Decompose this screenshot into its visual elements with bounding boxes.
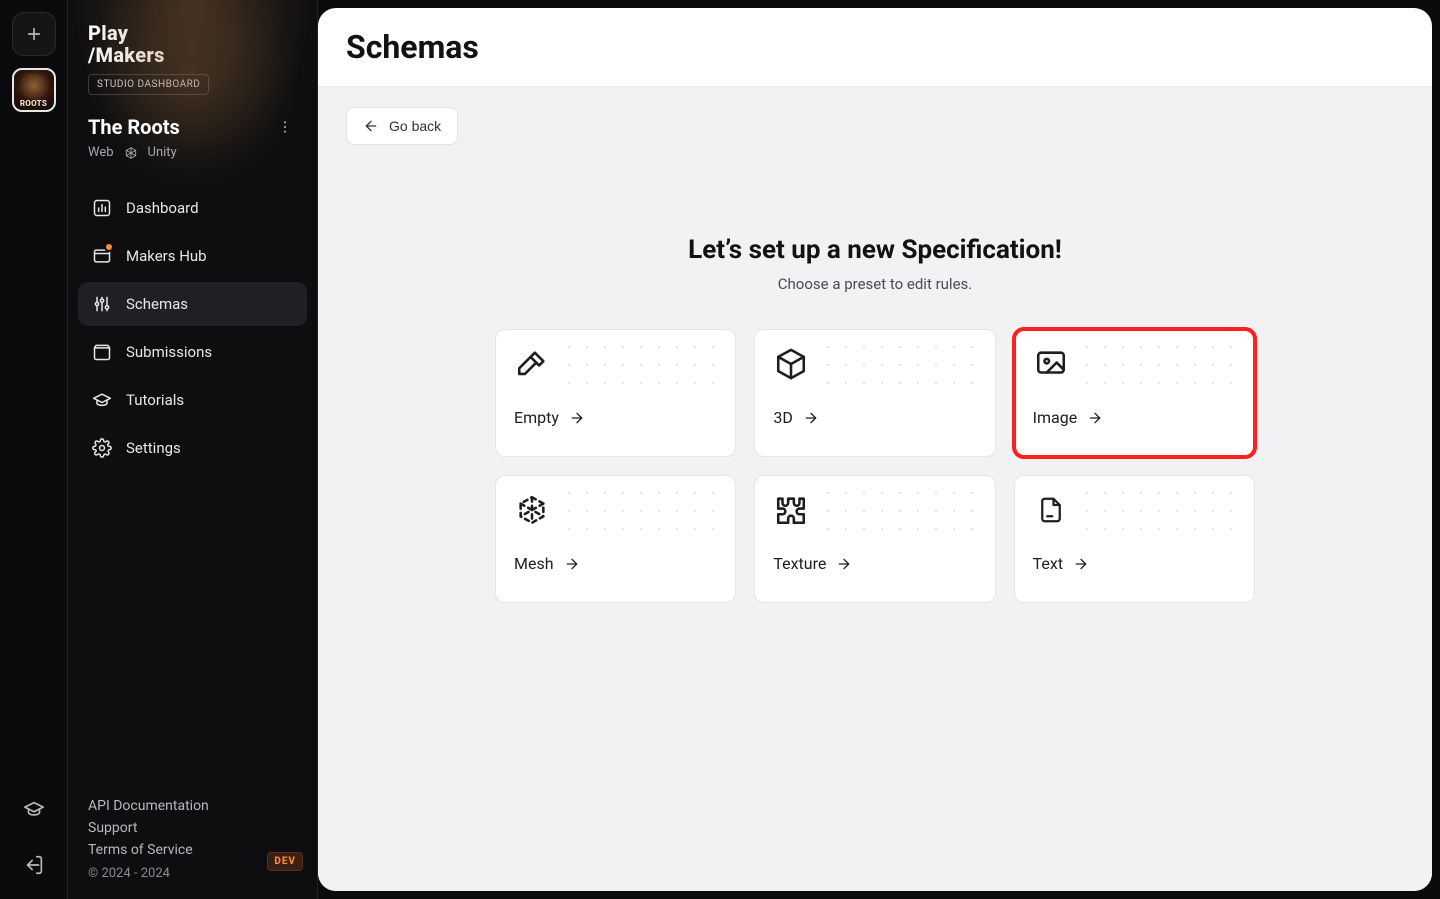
nav-settings[interactable]: Settings (78, 426, 307, 470)
preset-grid: Empty 3D (495, 329, 1255, 603)
preset-empty-label: Empty (514, 408, 559, 427)
graduation-cap-icon (92, 390, 112, 410)
arrow-right-icon (569, 410, 585, 426)
brand-line2: /Makers (88, 44, 297, 66)
add-project-button[interactable] (12, 12, 56, 56)
project-menu-button[interactable] (273, 115, 297, 139)
nav-tutorials[interactable]: Tutorials (78, 378, 307, 422)
nav-settings-label: Settings (126, 439, 181, 457)
mesh-icon (514, 492, 550, 528)
arrow-right-icon (1087, 410, 1103, 426)
dots-vertical-icon (277, 119, 293, 135)
go-back-button[interactable]: Go back (346, 107, 458, 145)
preset-text-label: Text (1033, 554, 1063, 573)
cube-icon (773, 346, 809, 382)
document-icon (1033, 492, 1069, 528)
puzzle-icon (773, 492, 809, 528)
nav-submissions-label: Submissions (126, 343, 212, 361)
nav-makers-hub[interactable]: Makers Hub (78, 234, 307, 278)
academy-button[interactable] (12, 787, 56, 831)
panel-header: Schemas (318, 8, 1432, 87)
brand-badge: STUDIO DASHBOARD (88, 74, 209, 95)
notification-dot-icon (104, 242, 114, 252)
preset-image-label: Image (1033, 408, 1078, 427)
brand: Play /Makers STUDIO DASHBOARD (68, 0, 317, 103)
arrow-right-icon (564, 556, 580, 572)
nav-makers-hub-label: Makers Hub (126, 247, 207, 265)
logout-button[interactable] (12, 843, 56, 887)
brand-line1: Play (88, 22, 297, 44)
hammer-icon (514, 346, 550, 382)
project-header: The Roots Web Unity (68, 103, 317, 168)
app-rail: ROOTS (0, 0, 68, 899)
preset-3d-label: 3D (773, 408, 793, 427)
footer-tos[interactable]: Terms of Service (88, 842, 297, 858)
footer-api-docs[interactable]: API Documentation (88, 798, 297, 814)
project-thumbnail[interactable]: ROOTS (12, 68, 56, 112)
arrow-left-icon (363, 118, 379, 134)
preset-image[interactable]: Image (1014, 329, 1255, 457)
logout-icon (23, 854, 45, 876)
graduation-cap-icon (23, 798, 45, 820)
footer-copyright: © 2024 - 2024 (88, 866, 297, 881)
preset-text[interactable]: Text (1014, 475, 1255, 603)
unity-icon (124, 146, 138, 160)
sidebar-nav: Dashboard Makers Hub Schemas Submissions (68, 168, 317, 488)
project-name: The Roots (88, 115, 180, 139)
project-engine: Unity (148, 145, 177, 160)
project-thumb-label: ROOTS (14, 99, 54, 108)
sidebar: Play /Makers STUDIO DASHBOARD The Roots … (68, 0, 318, 899)
go-back-label: Go back (389, 118, 441, 134)
onboarding-center: Let’s set up a new Specification! Choose… (465, 235, 1285, 603)
preset-empty[interactable]: Empty (495, 329, 736, 457)
preset-texture[interactable]: Texture (754, 475, 995, 603)
preset-mesh[interactable]: Mesh (495, 475, 736, 603)
arrow-right-icon (1073, 556, 1089, 572)
dev-pill: DEV (267, 852, 303, 871)
panel-body: Go back Let’s set up a new Specification… (318, 87, 1432, 891)
preset-3d[interactable]: 3D (754, 329, 995, 457)
nav-submissions[interactable]: Submissions (78, 330, 307, 374)
main: Schemas Go back Let’s set up a new Speci… (318, 0, 1440, 899)
arrow-right-icon (803, 410, 819, 426)
page-title: Schemas (346, 28, 1404, 66)
footer-support[interactable]: Support (88, 820, 297, 836)
nav-tutorials-label: Tutorials (126, 391, 184, 409)
gear-icon (92, 438, 112, 458)
arrow-right-icon (836, 556, 852, 572)
chart-bar-icon (92, 198, 112, 218)
image-icon (1033, 346, 1069, 382)
nav-schemas-label: Schemas (126, 295, 188, 313)
nav-dashboard-label: Dashboard (126, 199, 199, 217)
project-platform: Web (88, 145, 114, 160)
preset-mesh-label: Mesh (514, 554, 554, 573)
nav-schemas[interactable]: Schemas (78, 282, 307, 326)
sliders-icon (92, 294, 112, 314)
plus-icon (25, 25, 43, 43)
onboarding-subhead: Choose a preset to edit rules. (465, 275, 1285, 293)
nav-dashboard[interactable]: Dashboard (78, 186, 307, 230)
inbox-icon (92, 342, 112, 362)
preset-texture-label: Texture (773, 554, 826, 573)
onboarding-headline: Let’s set up a new Specification! (465, 235, 1285, 265)
sidebar-footer: API Documentation Support Terms of Servi… (68, 774, 317, 899)
panel: Schemas Go back Let’s set up a new Speci… (318, 8, 1432, 891)
